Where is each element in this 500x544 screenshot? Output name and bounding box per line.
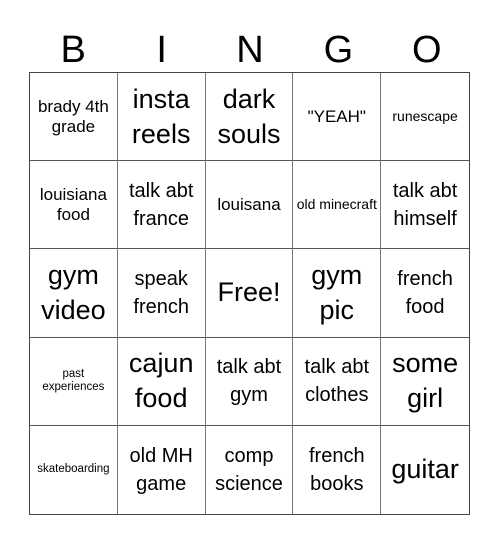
header-letter-o: O: [412, 29, 442, 71]
bingo-cell-text: past experiences: [42, 368, 105, 394]
bingo-cell-text: louisiana food: [39, 185, 107, 224]
bingo-cell[interactable]: old MH game: [118, 425, 206, 514]
bingo-cell-text: talk abt france: [128, 179, 194, 230]
bingo-cell[interactable]: french books: [293, 425, 382, 514]
bingo-cell-text: insta reels: [131, 83, 191, 149]
header-letter-b: B: [60, 29, 86, 71]
bingo-cell[interactable]: skateboarding: [30, 425, 118, 514]
bingo-cell[interactable]: guitar: [381, 426, 469, 514]
bingo-cell-free[interactable]: Free!: [205, 249, 294, 338]
bingo-cell[interactable]: comp science: [206, 425, 294, 514]
bingo-cell[interactable]: louisana: [205, 161, 294, 250]
bingo-cell-text: comp science: [215, 444, 283, 495]
bingo-cell-text: french food: [397, 267, 453, 318]
bingo-cell[interactable]: past experiences: [30, 337, 118, 426]
bingo-cell-text: talk abt clothes: [304, 356, 370, 407]
bingo-cell-text: skateboarding: [37, 463, 110, 476]
bingo-cell-text: "YEAH": [307, 106, 366, 126]
bingo-cell[interactable]: old minecraft: [293, 161, 382, 250]
bingo-cell[interactable]: runescape: [381, 73, 469, 162]
bingo-cell[interactable]: gym pic: [293, 249, 382, 338]
bingo-cell-text: gym video: [41, 259, 106, 325]
header-letter-n: N: [236, 29, 264, 71]
bingo-cell[interactable]: talk abt clothes: [293, 337, 382, 426]
bingo-header: B I N G O: [29, 28, 471, 72]
bingo-cell[interactable]: cajun food: [117, 337, 206, 426]
bingo-cell[interactable]: talk abt france: [117, 161, 206, 250]
bingo-cell-text: some girl: [392, 348, 459, 414]
bingo-cell-text: gym pic: [311, 259, 363, 325]
bingo-cell-text: Free!: [217, 277, 281, 308]
bingo-cell-text: cajun food: [128, 348, 194, 414]
bingo-cell-text: old MH game: [129, 444, 193, 495]
bingo-cell-text: guitar: [391, 454, 459, 485]
bingo-cell[interactable]: talk abt gym: [205, 337, 294, 426]
bingo-cell[interactable]: speak french: [117, 249, 206, 338]
bingo-grid: brady 4th grade insta reels dark souls "YEA…: [29, 72, 470, 515]
bingo-cell[interactable]: brady 4th grade: [30, 73, 118, 162]
bingo-cell[interactable]: dark souls: [205, 73, 294, 162]
bingo-cell-text: louisana: [217, 195, 281, 215]
bingo-cell-text: dark souls: [217, 83, 281, 149]
bingo-cell[interactable]: gym video: [30, 249, 118, 338]
bingo-cell[interactable]: louisiana food: [30, 161, 118, 250]
bingo-cell[interactable]: some girl: [381, 338, 469, 426]
bingo-cell-text: talk abt himself: [392, 179, 458, 230]
bingo-cell-text: talk abt gym: [216, 356, 282, 407]
bingo-cell-text: old minecraft: [296, 195, 377, 212]
bingo-cell-text: brady 4th grade: [37, 97, 109, 136]
bingo-cell[interactable]: french food: [381, 249, 469, 338]
header-letter-g: G: [323, 29, 354, 71]
bingo-cell-text: french books: [308, 444, 365, 495]
header-letter-i: I: [156, 29, 167, 71]
bingo-cell[interactable]: talk abt himself: [381, 161, 469, 250]
bingo-cell-text: speak french: [133, 267, 189, 318]
bingo-cell[interactable]: "YEAH": [293, 73, 382, 162]
bingo-cell[interactable]: insta reels: [117, 73, 206, 162]
bingo-cell-text: runescape: [392, 107, 458, 124]
